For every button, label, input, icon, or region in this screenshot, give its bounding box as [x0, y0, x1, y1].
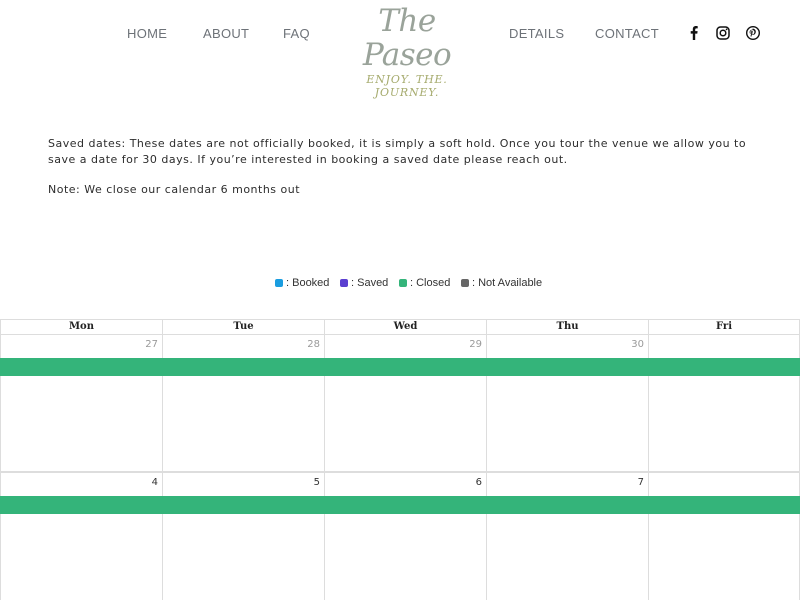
- day-cell[interactable]: 28: [162, 335, 325, 472]
- day-cell[interactable]: 6: [324, 472, 487, 600]
- day-cell[interactable]: 7: [486, 472, 649, 600]
- legend-saved: : Saved: [340, 275, 388, 291]
- day-cell[interactable]: [648, 472, 800, 600]
- day-number: 6: [475, 477, 482, 488]
- weekday-tue: Tue: [162, 319, 325, 335]
- booking-calendar: Mon Tue Wed Thu Fri 27 28 29 30 4 5 6 7: [0, 319, 800, 600]
- day-number: 30: [631, 339, 644, 350]
- legend-saved-swatch: [340, 279, 348, 287]
- day-cell[interactable]: 27: [0, 335, 163, 472]
- pinterest-icon[interactable]: [745, 25, 761, 41]
- facebook-icon[interactable]: [686, 25, 702, 41]
- nav-contact[interactable]: CONTACT: [595, 26, 659, 41]
- calendar-close-note: Note: We close our calendar 6 months out: [48, 183, 301, 196]
- logo-script: The Paseo: [362, 3, 452, 73]
- site-logo[interactable]: The Paseo ENJOY. THE. JOURNEY.: [344, 4, 470, 99]
- day-cell[interactable]: [648, 335, 800, 472]
- legend-closed-label: : Closed: [410, 277, 451, 289]
- legend-closed-swatch: [399, 279, 407, 287]
- day-number: 28: [307, 339, 320, 350]
- legend-saved-label: : Saved: [351, 277, 389, 289]
- nav-faq[interactable]: FAQ: [283, 26, 310, 41]
- legend-not-available: : Not Available: [461, 275, 542, 291]
- legend-not-available-label: : Not Available: [472, 277, 543, 289]
- day-number: 29: [469, 339, 482, 350]
- instagram-icon[interactable]: [715, 25, 731, 41]
- legend-not-available-swatch: [461, 279, 469, 287]
- day-cell[interactable]: 30: [486, 335, 649, 472]
- legend-booked: : Booked: [275, 275, 329, 291]
- closed-event-bar[interactable]: [0, 496, 800, 514]
- legend-closed: : Closed: [399, 275, 450, 291]
- day-number: 4: [151, 477, 158, 488]
- nav-home[interactable]: HOME: [127, 26, 167, 41]
- weekday-mon: Mon: [0, 319, 163, 335]
- logo-tagline: ENJOY. THE. JOURNEY.: [366, 73, 448, 99]
- nav-details[interactable]: DETAILS: [509, 26, 564, 41]
- day-number: 27: [145, 339, 158, 350]
- nav-about[interactable]: ABOUT: [203, 26, 249, 41]
- calendar-legend: : Booked : Saved : Closed : Not Availabl…: [0, 275, 800, 291]
- closed-event-bar[interactable]: [0, 358, 800, 376]
- weekday-wed: Wed: [324, 319, 487, 335]
- weekday-fri: Fri: [648, 319, 800, 335]
- day-cell[interactable]: 4: [0, 472, 163, 600]
- day-cell[interactable]: 5: [162, 472, 325, 600]
- weekday-thu: Thu: [486, 319, 649, 335]
- legend-booked-label: : Booked: [286, 277, 330, 289]
- day-number: 5: [313, 477, 320, 488]
- legend-booked-swatch: [275, 279, 283, 287]
- day-cell[interactable]: 29: [324, 335, 487, 472]
- day-number: 7: [637, 477, 644, 488]
- saved-dates-note: Saved dates: These dates are not officia…: [48, 137, 747, 166]
